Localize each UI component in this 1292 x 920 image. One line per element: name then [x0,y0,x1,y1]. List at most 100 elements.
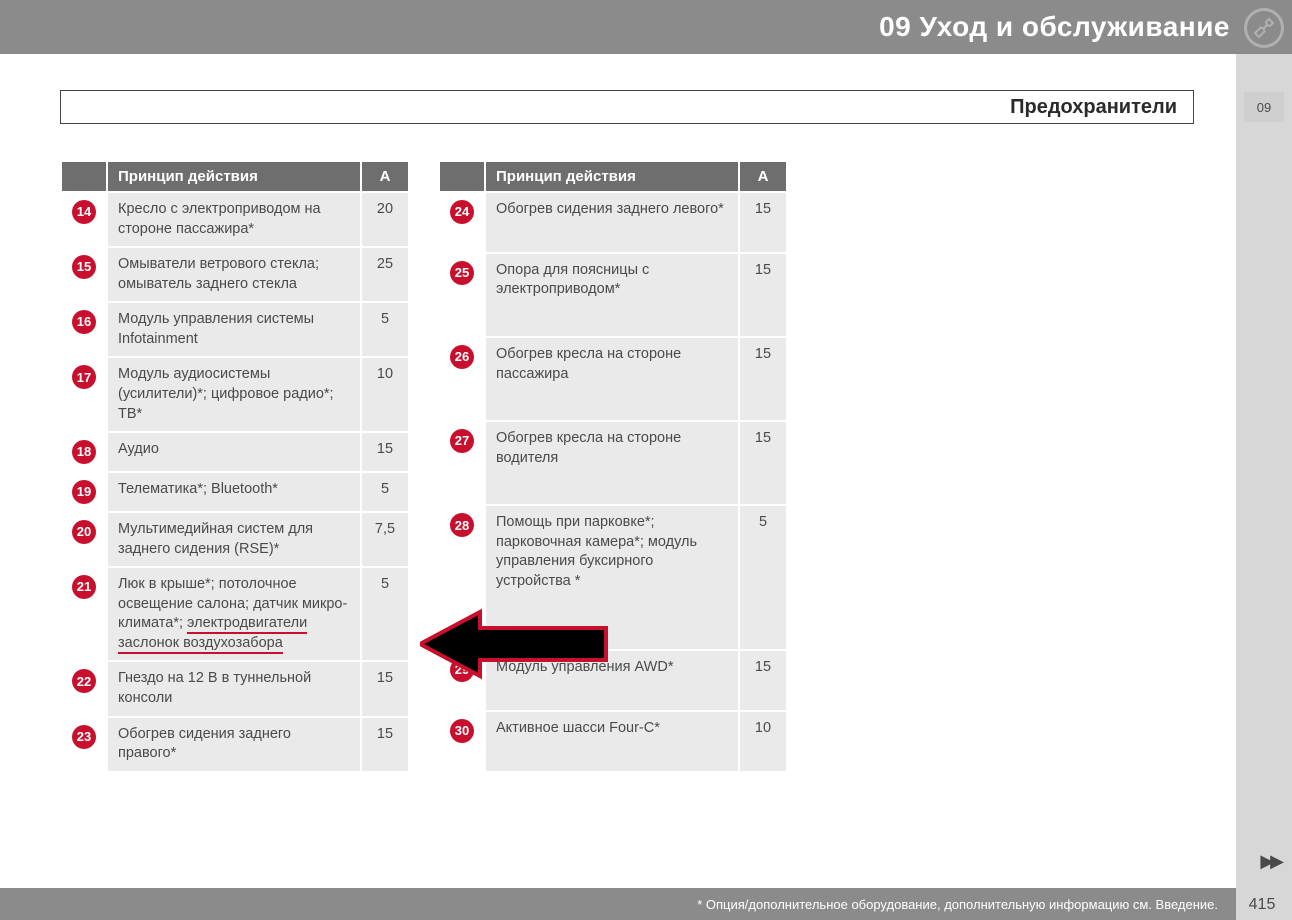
table-row: 29 Модуль управления AWD*15 [440,651,786,710]
row-number-cell: 15 [62,248,106,301]
row-amperage: 7,5 [362,513,408,566]
row-number-cell: 24 [440,193,484,252]
side-tab: 09 [1244,92,1284,122]
row-number-cell: 29 [440,651,484,710]
row-description: Гнездо на 12 В в туннельной консоли [108,662,360,715]
table-row: 15 Омыватели ветрового стекла; омыватель … [62,248,408,301]
table-row: 22 Гнездо на 12 В в туннельной консоли15 [62,662,408,715]
row-description: Аудио [108,433,360,471]
row-number-cell: 20 [62,513,106,566]
row-description: Обогрев сидения заднего правого* [108,718,360,771]
th-amp: A [740,162,786,191]
row-description: Кресло с электроприводом на стороне пасс… [108,193,360,246]
th-principle: Принцип действия [486,162,738,191]
number-badge: 26 [450,345,474,369]
row-description: Люк в крыше*; потолочное освещение салон… [108,568,360,660]
th-amp: A [362,162,408,191]
section-title: Предохранители [1010,96,1177,119]
footnote-text: * Опция/дополнительное оборудование, доп… [697,897,1218,912]
row-number-cell: 18 [62,433,106,471]
row-description: Опора для поясницы с электроприводом* [486,254,738,336]
row-description: Мультимедийная систем для заднего сидени… [108,513,360,566]
row-amperage: 15 [740,422,786,504]
number-badge: 16 [72,310,96,334]
table-row: 24 Обогрев сидения заднего левого*15 [440,193,786,252]
row-amperage: 15 [740,254,786,336]
content-area: Принцип действия A 14 Кресло с электропри… [60,160,788,773]
row-amperage: 10 [740,712,786,771]
number-badge: 22 [72,669,96,693]
chapter-title: 09 Уход и обслуживание [879,11,1230,43]
row-amperage: 25 [362,248,408,301]
chapter-header: 09 Уход и обслуживание [0,0,1292,54]
row-amperage: 15 [362,718,408,771]
row-description: Обогрев сидения заднего левого* [486,193,738,252]
row-number-cell: 27 [440,422,484,504]
row-description: Модуль управления системы Infotainment [108,303,360,356]
row-amperage: 5 [740,506,786,649]
row-amperage: 5 [362,568,408,660]
table-row: 30 Активное шасси Four-C*10 [440,712,786,771]
th-blank [62,162,106,191]
table-row: 20 Мультимедийная систем для заднего сиде… [62,513,408,566]
number-badge: 27 [450,429,474,453]
row-description: Активное шасси Four-C* [486,712,738,771]
number-badge: 23 [72,725,96,749]
row-amperage: 15 [740,193,786,252]
row-description: Помощь при парковке*; парковочная камера… [486,506,738,649]
row-number-cell: 26 [440,338,484,420]
row-number-cell: 19 [62,473,106,511]
row-description: Модуль аудиосистемы (усилители)*; цифров… [108,358,360,431]
number-badge: 21 [72,575,96,599]
number-badge: 19 [72,480,96,504]
table-row: 26Обогрев кресла на стороне пассажира15 [440,338,786,420]
row-number-cell: 22 [62,662,106,715]
page-number: 415 [1242,896,1282,914]
table-row: 25 Опора для поясницы с электроприводом*1… [440,254,786,336]
row-amperage: 15 [740,338,786,420]
table-row: 27 Обогрев кресла на стороне водителя15 [440,422,786,504]
table-row: 23 Обогрев сидения заднего правого*15 [62,718,408,771]
row-amperage: 15 [362,433,408,471]
row-description: Обогрев кресла на стороне водителя [486,422,738,504]
row-number-cell: 30 [440,712,484,771]
row-number-cell: 14 [62,193,106,246]
row-number-cell: 21 [62,568,106,660]
row-number-cell: 23 [62,718,106,771]
number-badge: 18 [72,440,96,464]
table-row: 18 Аудио15 [62,433,408,471]
fuse-table-left: Принцип действия A 14Кресло с электропри… [60,160,410,773]
number-badge: 17 [72,365,96,389]
number-badge: 14 [72,200,96,224]
right-margin-strip [1236,54,1292,920]
row-description: Модуль управления AWD* [486,651,738,710]
row-amperage: 15 [740,651,786,710]
row-number-cell: 25 [440,254,484,336]
row-number-cell: 28 [440,506,484,649]
row-amperage: 10 [362,358,408,431]
row-description: Телематика*; Bluetooth* [108,473,360,511]
number-badge: 24 [450,200,474,224]
table-row: 19 Телематика*; Bluetooth*5 [62,473,408,511]
row-amperage: 15 [362,662,408,715]
number-badge: 30 [450,719,474,743]
row-number-cell: 16 [62,303,106,356]
row-number-cell: 17 [62,358,106,431]
number-badge: 29 [450,658,474,682]
table-row: 21 Люк в крыше*; потолочное освещение сал… [62,568,408,660]
pager-next-icon: ▶▶ [1260,851,1280,872]
row-amperage: 5 [362,473,408,511]
table-row: 14 Кресло с электроприводом на стороне па… [62,193,408,246]
wrench-icon [1244,8,1284,48]
row-description: Омыватели ветрового стекла; омыватель за… [108,248,360,301]
section-header: Предохранители [60,90,1194,124]
th-blank [440,162,484,191]
row-amperage: 5 [362,303,408,356]
number-badge: 15 [72,255,96,279]
footnote-bar: * Опция/дополнительное оборудование, доп… [0,888,1236,920]
number-badge: 20 [72,520,96,544]
fuse-table-right: Принцип действия A 24 Обогрев сидения зад… [438,160,788,773]
table-row: 28Помощь при парковке*; парковочная каме… [440,506,786,649]
row-amperage: 20 [362,193,408,246]
number-badge: 25 [450,261,474,285]
